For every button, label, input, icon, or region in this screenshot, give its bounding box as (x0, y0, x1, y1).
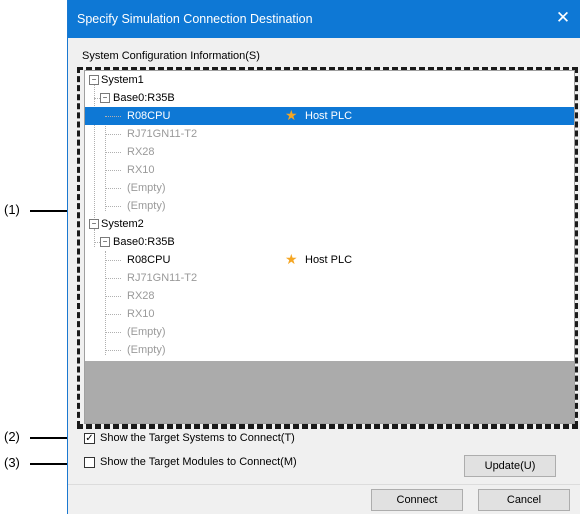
star-icon: ★ (285, 251, 298, 267)
collapse-icon[interactable]: − (89, 75, 99, 85)
divider (68, 484, 580, 485)
module-label: RX28 (127, 146, 155, 158)
title-bar[interactable]: Specify Simulation Connection Destinatio… (68, 0, 580, 38)
module-label: RX28 (127, 290, 155, 302)
tree-node-module[interactable]: RX10 (85, 161, 574, 179)
show-target-systems-label: Show the Target Systems to Connect(T) (100, 432, 295, 444)
callout-2: (2) (4, 429, 20, 444)
update-button[interactable]: Update(U) (464, 455, 556, 477)
collapse-icon[interactable]: − (89, 219, 99, 229)
tree-node-module[interactable]: RX10 (85, 305, 574, 323)
tree-node-module[interactable]: RJ71GN11-T2 (85, 125, 574, 143)
simulation-connection-dialog: Specify Simulation Connection Destinatio… (67, 0, 580, 514)
tree-empty-area (85, 361, 574, 423)
tree-node-module[interactable]: R08CPU ★ Host PLC (85, 251, 574, 269)
tree-node-base[interactable]: − Base0:R35B (85, 233, 574, 251)
tree-node-module[interactable]: R08CPU ★ Host PLC (85, 107, 574, 125)
system2-label: System2 (101, 218, 144, 230)
tree-node-module[interactable]: RJ71GN11-T2 (85, 269, 574, 287)
tree-node-system1[interactable]: − System1 (85, 71, 574, 89)
module-label: (Empty) (127, 200, 166, 212)
host-plc-label: Host PLC (305, 254, 353, 266)
tree-node-system2[interactable]: − System2 (85, 215, 574, 233)
tree-node-module[interactable]: (Empty) (85, 323, 574, 341)
base-label: Base0:R35B (113, 236, 175, 248)
host-plc-label: Host PLC (305, 110, 353, 122)
module-label: (Empty) (127, 344, 166, 356)
show-target-modules-label: Show the Target Modules to Connect(M) (100, 456, 297, 468)
system-configuration-tree[interactable]: − System1 − Base0:R35B R08CPU ★ Host PLC… (84, 70, 575, 424)
tree-node-base[interactable]: − Base0:R35B (85, 89, 574, 107)
dialog-title: Specify Simulation Connection Destinatio… (77, 12, 313, 26)
base-label: Base0:R35B (113, 92, 175, 104)
show-target-systems-checkbox[interactable]: ✓ (84, 433, 95, 444)
show-target-modules-checkbox[interactable] (84, 457, 95, 468)
cancel-button[interactable]: Cancel (478, 489, 570, 511)
module-label: RX10 (127, 308, 155, 320)
module-label: RJ71GN11-T2 (127, 128, 198, 140)
tree-node-module[interactable]: (Empty) (85, 179, 574, 197)
collapse-icon[interactable]: − (100, 237, 110, 247)
close-icon[interactable]: ✕ (554, 9, 572, 27)
tree-node-module[interactable]: (Empty) (85, 197, 574, 215)
callout-1: (1) (4, 202, 20, 217)
connect-button[interactable]: Connect (371, 489, 463, 511)
tree-node-module[interactable]: RX28 (85, 287, 574, 305)
module-label: RX10 (127, 164, 155, 176)
tree-node-module[interactable]: RX28 (85, 143, 574, 161)
tree-node-module[interactable]: (Empty) (85, 341, 574, 359)
module-label: R08CPU (127, 254, 171, 266)
system1-label: System1 (101, 74, 144, 86)
collapse-icon[interactable]: − (100, 93, 110, 103)
module-label: (Empty) (127, 182, 166, 194)
module-label: (Empty) (127, 326, 166, 338)
star-icon: ★ (285, 107, 298, 123)
module-label: RJ71GN11-T2 (127, 272, 198, 284)
system-configuration-label: System Configuration Information(S) (82, 50, 260, 62)
callout-3: (3) (4, 455, 20, 470)
module-label: R08CPU (127, 110, 171, 122)
